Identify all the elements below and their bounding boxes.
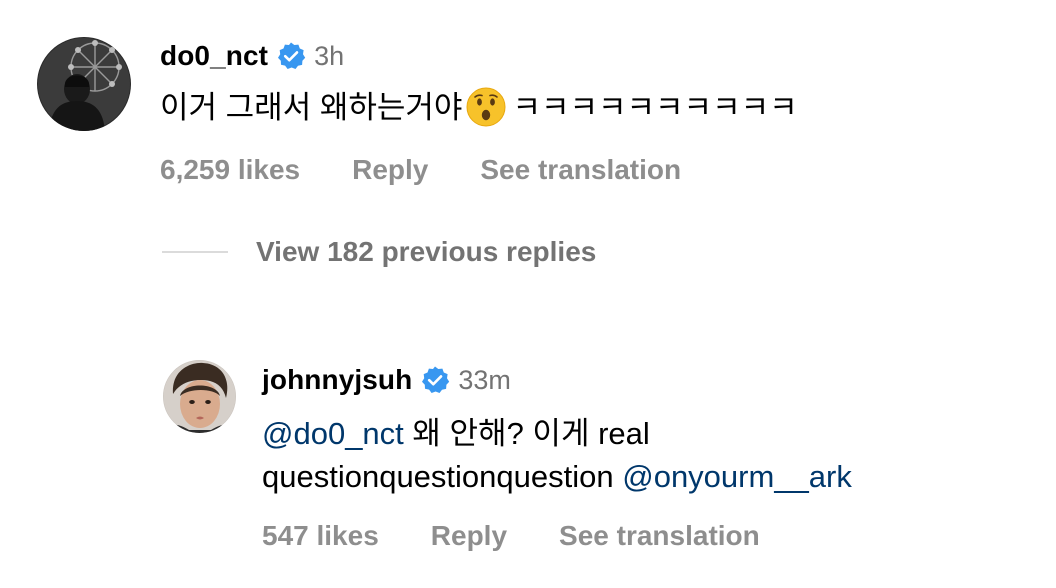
- username[interactable]: johnnyjsuh: [262, 364, 412, 396]
- see-translation-link[interactable]: See translation: [480, 154, 681, 186]
- view-replies-label[interactable]: View 182 previous replies: [256, 236, 596, 268]
- avatar[interactable]: [163, 360, 236, 433]
- comment-text: 이거 그래서 왜하는거야 ㅋㅋㅋㅋㅋㅋㅋㅋㅋㅋ: [160, 86, 798, 130]
- hushed-face-emoji: [466, 87, 506, 127]
- verified-badge-icon: [276, 41, 306, 71]
- likes-count[interactable]: 547 likes: [262, 520, 379, 552]
- verified-badge-icon: [420, 365, 450, 395]
- comment-actions: 6,259 likes Reply See translation: [160, 154, 733, 186]
- see-translation-link[interactable]: See translation: [559, 520, 760, 552]
- comment-text-part: 이거 그래서 왜하는거야: [160, 90, 463, 125]
- mention-link[interactable]: @onyourm__ark: [622, 459, 852, 494]
- avatar-image: [163, 360, 236, 433]
- reply-text-part: 왜 안해? 이게 real: [403, 416, 650, 451]
- reply-button[interactable]: Reply: [352, 154, 428, 186]
- comment-header: do0_nct 3h: [160, 40, 344, 72]
- reply-actions: 547 likes Reply See translation: [262, 520, 812, 552]
- reply-text-line-1: @do0_nct 왜 안해? 이게 real: [262, 412, 852, 455]
- reply-header: johnnyjsuh 33m: [262, 364, 511, 396]
- username[interactable]: do0_nct: [160, 40, 268, 72]
- avatar[interactable]: [37, 37, 131, 131]
- view-previous-replies[interactable]: View 182 previous replies: [162, 236, 596, 268]
- comment-text-part: ㅋㅋㅋㅋㅋㅋㅋㅋㅋㅋ: [512, 90, 798, 125]
- mention-link[interactable]: @do0_nct: [262, 416, 404, 451]
- reply-text: @do0_nct 왜 안해? 이게 real questionquestionq…: [262, 412, 852, 498]
- reply-text-part: questionquestionquestion: [262, 459, 623, 494]
- reply-button[interactable]: Reply: [431, 520, 507, 552]
- likes-count[interactable]: 6,259 likes: [160, 154, 300, 186]
- reply-text-line-2: questionquestionquestion @onyourm__ark: [262, 455, 852, 498]
- comment-time: 3h: [314, 40, 345, 71]
- divider-line: [162, 251, 228, 253]
- avatar-image: [37, 37, 131, 131]
- reply-time: 33m: [458, 364, 511, 395]
